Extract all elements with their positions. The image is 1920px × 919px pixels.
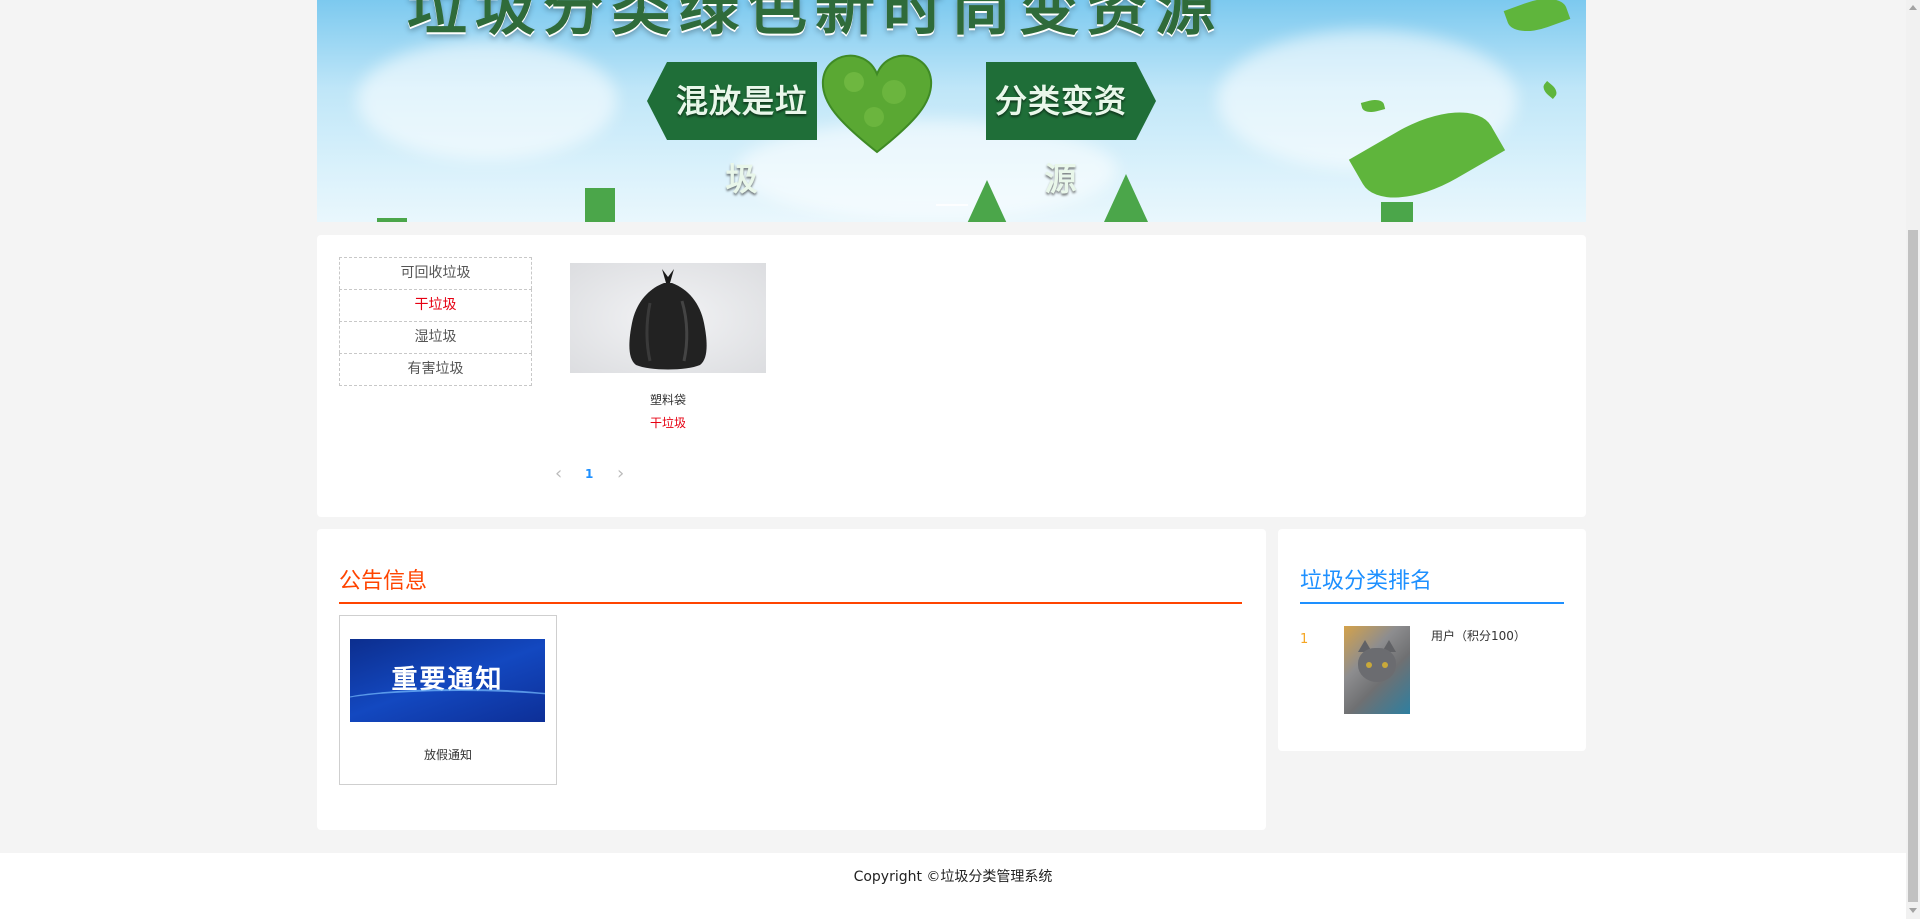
- product-card[interactable]: 塑料袋 干垃圾: [570, 263, 766, 431]
- category-item-recyclable[interactable]: 可回收垃圾: [339, 257, 532, 289]
- notice-panel: 公告信息 重要通知 放假通知: [317, 529, 1266, 830]
- carousel-indicator[interactable]: [936, 204, 968, 206]
- heart-icon: [819, 52, 935, 156]
- category-item-hazardous[interactable]: 有害垃圾: [339, 353, 532, 386]
- scroll-down-icon[interactable]: [1909, 908, 1917, 913]
- ranking-panel: 垃圾分类排名 1 用户（积分100）: [1278, 529, 1586, 751]
- product-category: 干垃圾: [649, 416, 686, 430]
- hero-banner[interactable]: 垃圾分类绿色新时尚变资源 混放是垃圾 分类变资源: [317, 0, 1586, 222]
- ranking-divider: [1300, 602, 1564, 604]
- banner-headline: 垃圾分类绿色新时尚变资源: [407, 0, 1223, 44]
- scroll-up-icon[interactable]: [1909, 5, 1917, 10]
- notice-image[interactable]: 重要通知: [350, 639, 545, 722]
- tree-icon: [1104, 174, 1148, 222]
- user-avatar[interactable]: [1344, 626, 1410, 714]
- tree-icon: [965, 180, 1009, 222]
- copyright-text: Copyright ©垃圾分类管理系统: [853, 869, 1053, 885]
- page-1-button[interactable]: 1: [585, 467, 593, 481]
- garbage-bag-icon: [629, 269, 707, 370]
- category-panel: 可回收垃圾 干垃圾 湿垃圾 有害垃圾 塑料袋 干垃圾 ‹ 1 ›: [317, 235, 1586, 517]
- leaf-icon: [1503, 0, 1571, 40]
- banner-arrow-right: [1136, 62, 1156, 140]
- rank-number: 1: [1300, 632, 1309, 647]
- cat-eye: [1366, 662, 1372, 668]
- scroll-thumb[interactable]: [1908, 230, 1918, 902]
- cat-eye: [1382, 662, 1388, 668]
- building-icon: [585, 188, 615, 222]
- footer: Copyright ©垃圾分类管理系统: [0, 853, 1906, 919]
- notice-section-title: 公告信息: [339, 569, 428, 594]
- notice-card[interactable]: 重要通知 放假通知: [339, 615, 557, 785]
- ranking-section-title: 垃圾分类排名: [1300, 569, 1433, 594]
- building-icon: [1381, 202, 1413, 222]
- garbage-bag-image[interactable]: [570, 263, 766, 373]
- category-item-dry[interactable]: 干垃圾: [339, 289, 532, 321]
- rank-user-label[interactable]: 用户（积分100）: [1431, 627, 1526, 644]
- category-list: 可回收垃圾 干垃圾 湿垃圾 有害垃圾: [339, 257, 532, 386]
- banner-arrow-left: [647, 62, 667, 140]
- page-scrollbar[interactable]: [1906, 0, 1920, 919]
- footer-copyright: Copyright ©垃圾分类管理系统: [0, 866, 1906, 886]
- cat-face: [1358, 648, 1396, 682]
- category-item-wet[interactable]: 湿垃圾: [339, 321, 532, 353]
- notice-swoosh: [350, 689, 545, 721]
- banner-slogan-left: 混放是垃圾: [667, 62, 817, 198]
- prev-page-button[interactable]: ‹: [555, 463, 562, 484]
- leaf-icon: [1540, 81, 1560, 99]
- building-icon: [377, 218, 407, 222]
- banner-slogan-right: 分类变资源: [986, 62, 1136, 198]
- notice-divider: [339, 602, 1242, 604]
- product-name[interactable]: 塑料袋: [570, 391, 766, 408]
- notice-title[interactable]: 放假通知: [340, 746, 556, 763]
- next-page-button[interactable]: ›: [617, 463, 624, 484]
